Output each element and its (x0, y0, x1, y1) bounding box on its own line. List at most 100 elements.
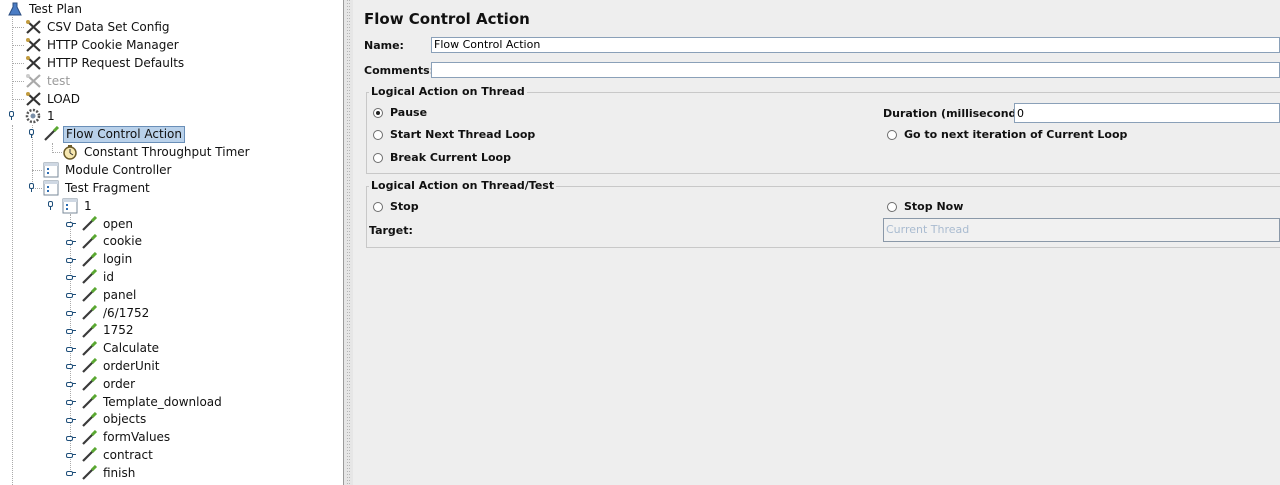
tree-item-label: LOAD (47, 91, 80, 106)
tree-item-label: CSV Data Set Config (47, 19, 170, 34)
tree-item-sampler[interactable]: login (81, 251, 134, 269)
expand-toggle[interactable] (66, 290, 76, 299)
pipette-icon (43, 125, 61, 142)
stop-now-radio[interactable]: Stop Now (887, 200, 963, 213)
comments-field[interactable] (431, 62, 1280, 78)
tree-item-label: HTTP Cookie Manager (47, 37, 179, 52)
tree-item-label: cookie (103, 234, 142, 249)
tree-item-sampler[interactable]: formValues (81, 429, 172, 447)
expand-toggle[interactable] (66, 379, 76, 388)
expand-toggle[interactable] (66, 344, 76, 353)
expand-toggle[interactable] (66, 237, 76, 246)
name-field[interactable] (431, 37, 1280, 53)
duration-label: Duration (milliseconds): (883, 107, 1033, 120)
tree-item-http-request-defaults[interactable]: HTTP Request Defaults (25, 54, 186, 72)
tree-item-sampler[interactable]: id (81, 268, 116, 286)
radio-label: Pause (390, 106, 428, 119)
controller-icon (62, 198, 80, 214)
expand-toggle[interactable] (7, 111, 16, 120)
expand-toggle[interactable] (66, 326, 76, 335)
tree-item-sampler[interactable]: Calculate (81, 340, 161, 358)
tree-item-test[interactable]: test (25, 72, 72, 90)
flask-icon (7, 1, 25, 17)
tree-item-label: finish (103, 465, 136, 480)
test-plan-tree[interactable]: Test Plan CSV Data Set Config HTTP Cooki… (0, 0, 343, 485)
tree-item-label: HTTP Request Defaults (47, 55, 185, 70)
tree-item-label: open (103, 216, 133, 231)
pause-radio[interactable]: Pause (373, 106, 427, 119)
comments-label: Comments: (364, 64, 435, 77)
tree-item-sampler[interactable]: Template_download (81, 393, 224, 411)
expand-toggle[interactable] (66, 361, 76, 370)
tree-item-sampler[interactable]: order (81, 375, 137, 393)
wrench-scissors-icon (25, 19, 43, 35)
page-title: Flow Control Action (364, 10, 530, 28)
pipette-icon (81, 251, 99, 268)
tree-item-fragment-1[interactable]: 1 (62, 197, 94, 215)
radio-label: Stop (390, 200, 419, 213)
radio-icon (887, 201, 897, 212)
tree-item-sampler[interactable]: orderUnit (81, 357, 161, 375)
go-to-next-iteration-radio[interactable]: Go to next iteration of Current Loop (887, 128, 1127, 141)
expand-toggle[interactable] (66, 450, 76, 459)
controller-icon (43, 180, 61, 196)
tree-item-label: Flow Control Action (63, 125, 185, 143)
tree-item-csv-data-set-config[interactable]: CSV Data Set Config (25, 18, 172, 36)
pipette-icon (81, 215, 99, 232)
expand-toggle[interactable] (66, 433, 76, 442)
tree-item-sampler[interactable]: objects (81, 411, 148, 429)
tree-item-constant-throughput-timer[interactable]: Constant Throughput Timer (62, 143, 252, 161)
tree-item-test-fragment[interactable]: Test Fragment (43, 179, 152, 197)
expand-toggle[interactable] (66, 272, 76, 281)
target-select[interactable]: Current Thread (883, 218, 1280, 242)
radio-icon (887, 129, 897, 140)
tree-item-label: 1 (47, 108, 55, 123)
expand-toggle[interactable] (66, 219, 76, 228)
pipette-icon (81, 376, 99, 392)
expand-toggle[interactable] (27, 129, 36, 138)
tree-item-module-controller[interactable]: Module Controller (43, 161, 173, 179)
pipette-icon (81, 233, 99, 250)
gear-icon (25, 108, 43, 124)
tree-item-sampler[interactable]: panel (81, 286, 138, 304)
tree-item-sampler[interactable]: 1752 (81, 322, 136, 340)
radio-icon (373, 129, 383, 140)
tree-item-sampler[interactable]: contract (81, 446, 155, 464)
duration-field[interactable] (1014, 103, 1280, 123)
pipette-icon (81, 447, 99, 463)
break-current-loop-radio[interactable]: Break Current Loop (373, 151, 511, 164)
expand-toggle[interactable] (66, 255, 76, 264)
start-next-thread-loop-radio[interactable]: Start Next Thread Loop (373, 128, 535, 141)
tree-item-label: contract (103, 447, 153, 462)
tree-item-label: Calculate (103, 341, 160, 356)
tree-item-load[interactable]: LOAD (25, 90, 82, 108)
tree-item-sampler[interactable]: /6/1752 (81, 304, 151, 322)
expand-toggle[interactable] (27, 183, 36, 192)
stop-radio[interactable]: Stop (373, 200, 419, 213)
group-title: Logical Action on Thread/Test (369, 179, 557, 192)
tree-item-sampler[interactable]: finish (81, 464, 137, 482)
tree-item-label: formValues (103, 430, 171, 445)
tree-item-label: test (47, 73, 71, 88)
pipette-icon (81, 465, 99, 481)
expand-toggle[interactable] (46, 201, 55, 210)
split-pane-divider[interactable] (344, 0, 353, 485)
tree-item-flow-control-action[interactable]: Flow Control Action (43, 125, 185, 143)
wrench-scissors-icon (25, 37, 43, 53)
name-label: Name: (364, 39, 404, 52)
pipette-icon (81, 287, 99, 303)
tree-item-http-cookie-manager[interactable]: HTTP Cookie Manager (25, 36, 181, 54)
pipette-icon (81, 429, 99, 446)
expand-toggle[interactable] (66, 415, 76, 424)
tree-item-label: order (103, 376, 135, 391)
tree-item-label: Test Plan (29, 1, 82, 16)
expand-toggle[interactable] (66, 468, 76, 477)
expand-toggle[interactable] (66, 397, 76, 406)
pipette-icon (81, 340, 99, 357)
tree-item-thread-group-1[interactable]: 1 (25, 107, 57, 125)
tree-item-test-plan[interactable]: Test Plan (7, 0, 84, 18)
tree-item-sampler[interactable]: cookie (81, 233, 144, 251)
tree-item-sampler[interactable]: open (81, 215, 135, 233)
expand-toggle[interactable] (66, 308, 76, 317)
pipette-icon (81, 358, 99, 374)
